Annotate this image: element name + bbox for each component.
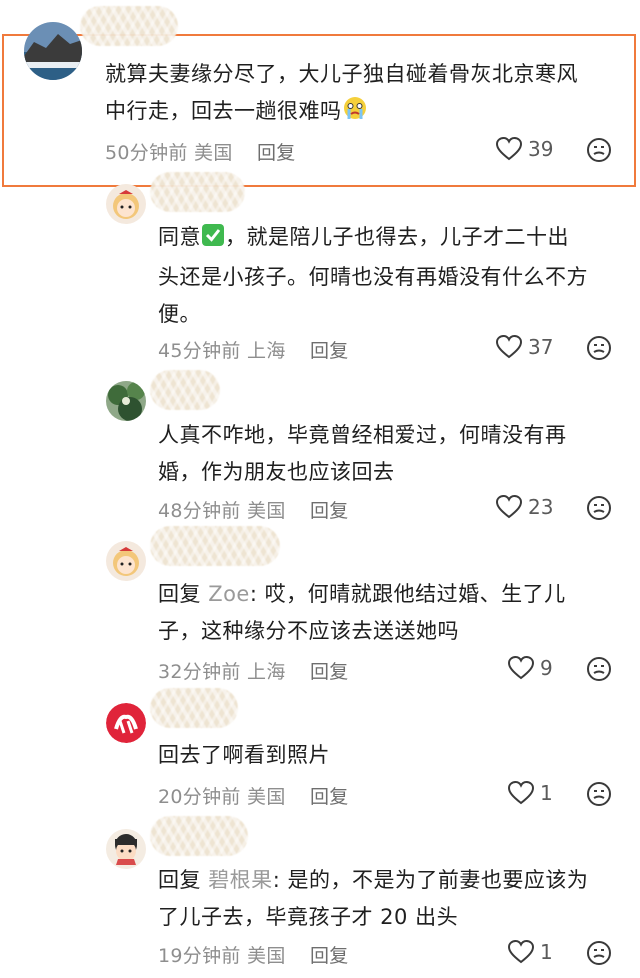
like-button[interactable]: 1	[508, 940, 553, 964]
comment-text-line: 同意	[158, 225, 201, 249]
like-button[interactable]: 9	[508, 656, 553, 680]
reply-button[interactable]: 回复	[257, 142, 296, 164]
crying-face-emoji	[342, 95, 368, 133]
dislike-face-icon	[586, 137, 612, 163]
dislike-button[interactable]	[586, 781, 612, 807]
comment-text-line: ，就是陪儿子也得去，儿子才二十出	[225, 225, 569, 249]
heart-icon	[508, 940, 534, 964]
comment-text-line: : 是的，不是为了前妻也要应该为	[272, 868, 589, 892]
reply-button[interactable]: 回复	[310, 340, 349, 362]
like-count: 1	[540, 940, 553, 964]
check-mark-emoji	[201, 222, 225, 259]
comment-time: 20分钟前	[158, 786, 241, 808]
dislike-face-icon	[586, 781, 612, 807]
like-count: 23	[528, 495, 554, 519]
comment-text-line: 了儿子去，毕竟孩子才 20 出头	[158, 905, 459, 929]
reply-button[interactable]: 回复	[310, 500, 349, 522]
username-masked	[80, 6, 178, 46]
comment-text-line: 就算夫妻缘分尽了，大儿子独自碰着骨灰北京寒风	[105, 62, 578, 86]
like-button[interactable]: 37	[496, 335, 553, 359]
avatar[interactable]	[106, 184, 146, 224]
comment-text-line: 婚，作为朋友也应该回去	[158, 460, 395, 484]
dislike-face-icon	[586, 940, 612, 966]
avatar[interactable]	[106, 703, 146, 743]
heart-icon	[496, 495, 522, 519]
dislike-button[interactable]	[586, 940, 612, 966]
reply-to-username[interactable]: Zoe	[208, 582, 250, 606]
avatar[interactable]	[106, 541, 146, 581]
comment-text-line: 回去了啊看到照片	[158, 743, 330, 767]
comment-time: 45分钟前	[158, 340, 241, 362]
dislike-button[interactable]	[586, 335, 612, 361]
comment-location: 上海	[247, 340, 286, 362]
comment-time: 48分钟前	[158, 500, 241, 522]
dislike-button[interactable]	[586, 656, 612, 682]
like-button[interactable]: 1	[508, 781, 553, 805]
heart-icon	[508, 656, 534, 680]
like-count: 39	[528, 137, 554, 161]
heart-icon	[496, 335, 522, 359]
reply-button[interactable]: 回复	[310, 661, 349, 683]
comment-time: 19分钟前	[158, 945, 241, 967]
dislike-face-icon	[586, 495, 612, 521]
like-button[interactable]: 39	[496, 137, 553, 161]
comment-text-line: 子，这种缘分不应该去送送她吗	[158, 619, 459, 643]
reply-button[interactable]: 回复	[310, 786, 349, 808]
avatar[interactable]	[24, 22, 82, 80]
username-masked	[150, 172, 245, 212]
avatar[interactable]	[106, 829, 146, 869]
comment-time: 32分钟前	[158, 661, 241, 683]
like-count: 1	[540, 781, 553, 805]
username-masked	[150, 688, 238, 728]
reply-button[interactable]: 回复	[310, 945, 349, 967]
like-count: 37	[528, 335, 554, 359]
avatar[interactable]	[106, 381, 146, 421]
username-masked	[150, 370, 220, 410]
comment-location: 美国	[247, 786, 286, 808]
dislike-button[interactable]	[586, 137, 612, 163]
comment-text-line: 中行走，回去一趟很难吗	[105, 99, 342, 123]
comment-text-line: : 哎，何晴就跟他结过婚、生了儿	[249, 582, 566, 606]
comment-time: 50分钟前	[105, 142, 188, 164]
heart-icon	[508, 781, 534, 805]
dislike-face-icon	[586, 335, 612, 361]
dislike-button[interactable]	[586, 495, 612, 521]
comment-location: 美国	[194, 142, 233, 164]
like-count: 9	[540, 656, 553, 680]
comment-text-line: 人真不咋地，毕竟曾经相爱过，何晴没有再	[158, 423, 567, 447]
heart-icon	[496, 137, 522, 161]
reply-prefix: 回复	[158, 868, 201, 892]
comment-location: 上海	[247, 661, 286, 683]
reply-prefix: 回复	[158, 582, 201, 606]
comment-text-line: 头还是小孩子。何晴也没有再婚没有什么不方	[158, 265, 588, 289]
username-masked	[150, 526, 280, 566]
comment-text-line: 便。	[158, 302, 201, 326]
comment-location: 美国	[247, 500, 286, 522]
dislike-face-icon	[586, 656, 612, 682]
like-button[interactable]: 23	[496, 495, 553, 519]
username-masked	[150, 816, 248, 856]
reply-to-username[interactable]: 碧根果	[208, 868, 273, 892]
comment-location: 美国	[247, 945, 286, 967]
